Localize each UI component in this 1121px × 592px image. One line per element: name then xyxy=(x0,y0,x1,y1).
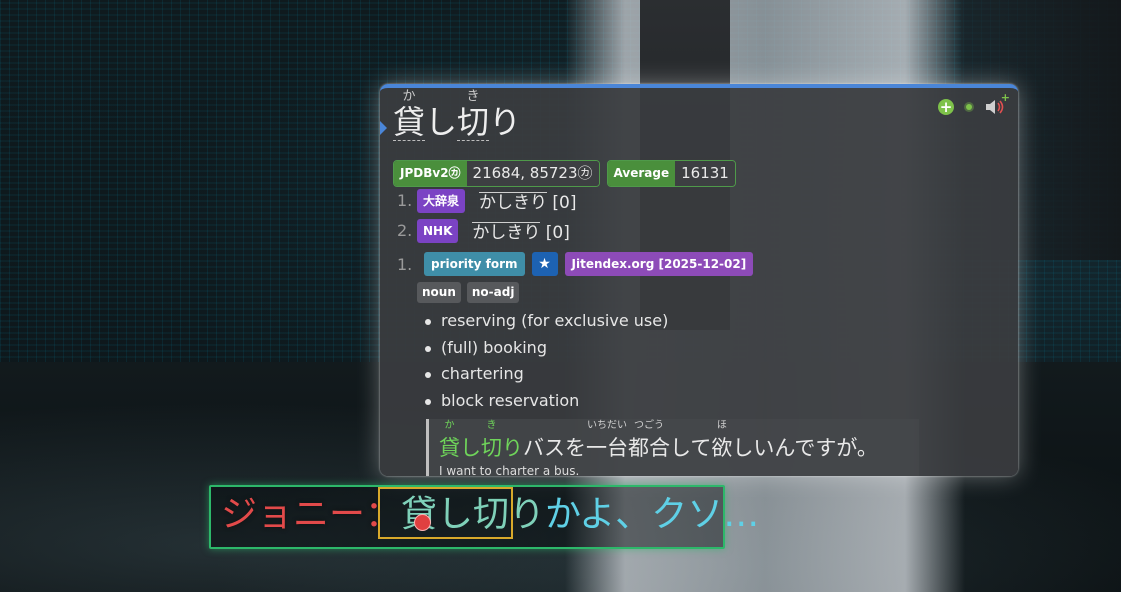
example-ruby-ki: き切 xyxy=(481,420,502,462)
subtitle-line[interactable]: ジョニー：貸し切りかよ、クソ… xyxy=(209,485,759,549)
gloss-item: chartering xyxy=(424,361,668,388)
star-icon[interactable]: ★ xyxy=(531,252,558,276)
pitch-accent-number: [0] xyxy=(545,223,570,243)
gloss-list: reserving (for exclusive use) (full) boo… xyxy=(424,308,668,414)
example-ruby-hoshi: ほ欲 xyxy=(711,420,732,462)
pitch-kana: かしきり xyxy=(472,222,541,243)
pitch-accent-row: 1. 大辞泉 かしきり [0] xyxy=(397,188,577,213)
example-ruby-ichidai: いちだい 一台 xyxy=(586,420,628,462)
headword-char-4: り xyxy=(489,103,522,141)
example-highlighted-term: か貸しき切り xyxy=(439,420,523,460)
pitch-kana: かしきり xyxy=(479,192,548,213)
gloss-item: block reservation xyxy=(424,388,668,415)
headword-char-2: し xyxy=(425,103,458,141)
part-of-speech-tags: noun no-adj xyxy=(417,282,520,303)
frequency-value: 16131 xyxy=(675,161,735,186)
example-ruby-ka: か貸 xyxy=(439,420,460,462)
pos-tag-no-adj[interactable]: no-adj xyxy=(466,282,520,303)
definition-number: 1. xyxy=(397,254,413,274)
dictionary-source-tag[interactable]: Jitendex.org [2025-12-02] xyxy=(564,252,754,276)
frequency-row: JPDBv2㋕ 21684, 85723㋕ Average 16131 xyxy=(393,160,736,187)
speaker-icon[interactable]: + xyxy=(984,91,1010,116)
example-ruby-text: ほ xyxy=(716,420,727,431)
example-ruby-text: つごう xyxy=(634,420,664,431)
pitch-number: 2. xyxy=(397,221,413,240)
headword-ruby-1: か xyxy=(402,89,416,104)
frequency-tag-jpdb[interactable]: JPDBv2㋕ 21684, 85723㋕ xyxy=(393,160,600,187)
headword-kanji-2: き切 xyxy=(457,90,490,141)
example-ruby-text: き xyxy=(486,420,497,431)
example-ruby-tsugou: つごう 都合 xyxy=(628,420,670,462)
headword-kanji-1: か貸 xyxy=(393,90,426,141)
audio-add-plus-icon: + xyxy=(1000,91,1010,104)
gloss-item: reserving (for exclusive use) xyxy=(424,308,668,335)
plus-circle-icon[interactable]: + xyxy=(938,99,954,115)
pos-tag-noun[interactable]: noun xyxy=(417,282,461,303)
pitch-reading: かしきり [0] xyxy=(479,188,577,213)
frequency-tag-average[interactable]: Average 16131 xyxy=(606,160,736,187)
mouse-cursor-icon xyxy=(414,514,431,531)
example-english: I want to charter a bus. xyxy=(439,464,580,476)
headword-char-3: 切 xyxy=(457,103,490,141)
dictionary-popup: か貸しき切り + + JPDBv2㋕ 21684, 85723㋕ Average xyxy=(380,84,1018,476)
example-japanese: か貸しき切りバスを いちだい 一台 つごう 都合してほ欲しいんですが。 xyxy=(439,420,878,462)
word-selection-box xyxy=(378,487,513,539)
green-dot-icon[interactable] xyxy=(966,104,972,110)
pitch-reading: かしきり [0] xyxy=(472,218,570,243)
headword-kana-2: り xyxy=(489,104,521,140)
priority-form-tag[interactable]: priority form xyxy=(424,252,525,276)
headword[interactable]: か貸しき切り xyxy=(393,90,521,141)
headword-kana-1: し xyxy=(425,104,457,140)
example-sentence: か貸しき切りバスを いちだい 一台 つごう 都合してほ欲しいんですが。 I want t… xyxy=(426,419,919,476)
entry-caret-icon xyxy=(380,121,387,135)
headword-ruby-2: き xyxy=(466,89,480,104)
headword-char-1: 貸 xyxy=(393,103,426,141)
frequency-label: JPDBv2㋕ xyxy=(394,161,467,186)
subtitle-speaker: ジョニー： xyxy=(221,494,402,535)
pitch-accent-row: 2. NHK かしきり [0] xyxy=(397,218,570,243)
entry-actions: + + xyxy=(938,91,1010,116)
frequency-value: 21684, 85723㋕ xyxy=(466,161,599,186)
definition-header: 1. priority form ★ Jitendex.org [2025-12… xyxy=(397,252,754,276)
pitch-number: 1. xyxy=(397,191,413,210)
frequency-label: Average xyxy=(607,161,676,186)
pitch-dictionary-tag[interactable]: 大辞泉 xyxy=(417,188,466,213)
gloss-item: (full) booking xyxy=(424,335,668,362)
pitch-accent-number: [0] xyxy=(552,193,577,213)
pitch-dictionary-tag[interactable]: NHK xyxy=(417,218,459,243)
example-ruby-text: か xyxy=(444,420,455,431)
subtitle-remaining-text[interactable]: かよ、クソ… xyxy=(545,494,759,535)
